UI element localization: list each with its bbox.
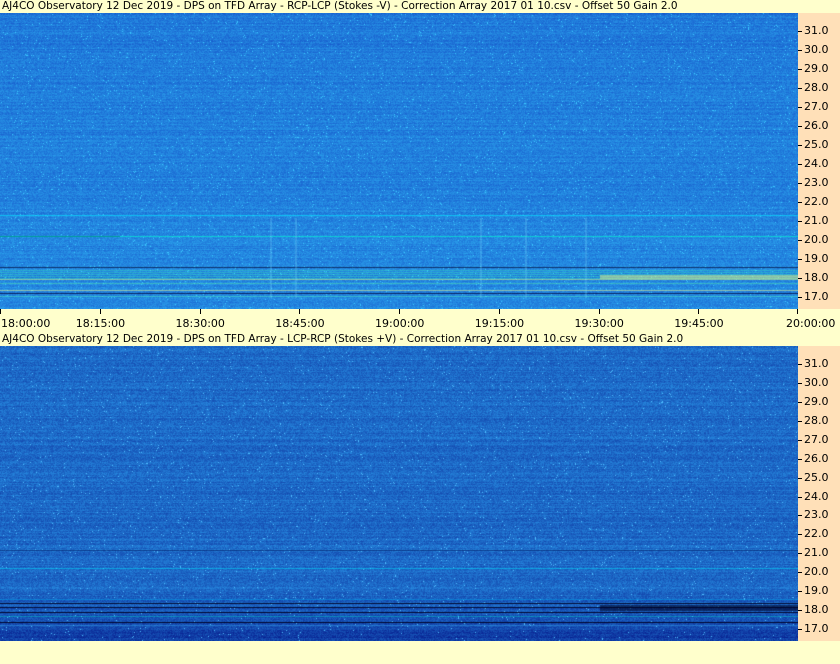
time-tick-label: 18:45:00: [275, 317, 325, 330]
time-tick-label: 19:30:00: [574, 317, 624, 330]
time-axis: 18:00:00 18:15:00 18:30:00 18:45:00 19:00:00…: [0, 309, 840, 333]
freq-top-tick-23-0: 23.0: [798, 176, 829, 189]
freq-bottom-tick-28-0: 28.0: [798, 413, 829, 427]
time-tick-mark: [99, 309, 101, 314]
frequency-axis-top: 31.0 30.0 29.0 28.0 27.0 26.0 25.0 24.0 23.0 22.0…: [798, 13, 840, 309]
time-tick-label: 20:00:00: [786, 317, 836, 330]
spectrogram-stokes-minus-v: [0, 13, 798, 309]
freq-top-tick-28-0: 28.0: [798, 81, 829, 94]
freq-top-tick-21-0: 21.0: [798, 214, 829, 227]
freq-top-tick-31-0: 31.0: [798, 24, 829, 37]
freq-top-tick-25-0: 25.0: [798, 138, 829, 151]
time-tick-mark: [399, 309, 400, 314]
time-tick-label: 18:15:00: [75, 317, 126, 330]
freq-top-tick-24-0: 24.0: [798, 157, 829, 170]
freq-bottom-tick-29-0: 29.0: [798, 394, 829, 408]
freq-bottom-tick-27-0: 27.0: [798, 432, 829, 446]
freq-top-tick-18-0: 18.0: [798, 271, 829, 284]
freq-top-tick-30-0: 30.0: [798, 43, 829, 56]
freq-bottom-tick-19-0: 19.0: [798, 584, 829, 598]
freq-top-tick-27-0: 27.0: [798, 100, 829, 113]
freq-bottom-tick-17-0: 17.0: [798, 622, 829, 635]
freq-bottom-tick-22-0: 22.0: [798, 527, 829, 541]
freq-top-tick-20-0: 20.0: [798, 233, 829, 246]
time-tick-mark: [199, 309, 201, 314]
freq-bottom-tick-25-0: 25.0: [798, 470, 829, 484]
time-tick-label: 19:15:00: [474, 317, 525, 330]
time-tick-label: 18:00:00: [1, 317, 51, 330]
freq-bottom-tick-18-0: 18.0: [798, 603, 829, 617]
time-tick-mark: [598, 309, 600, 314]
frequency-axis-bottom: 31.0 30.0 29.0 28.0 27.0 26.0 25.0 24.0 23.0 22.0…: [798, 346, 840, 641]
time-tick-mark: [698, 309, 700, 314]
freq-bottom-tick-21-0: 21.0: [798, 546, 829, 560]
time-tick-mark: [797, 309, 798, 314]
panel-1-title: AJ4CO Observatory 12 Dec 2019 - DPS on T…: [2, 0, 678, 12]
freq-bottom-tick-31-0: 31.0: [798, 357, 829, 370]
freq-top-tick-29-0: 29.0: [798, 62, 829, 75]
spectrogram-stokes-plus-v: [0, 346, 798, 641]
freq-bottom-tick-24-0: 24.0: [798, 489, 829, 503]
freq-bottom-tick-20-0: 20.0: [798, 565, 829, 579]
freq-top-tick-19-0: 19.0: [798, 252, 829, 265]
time-tick-mark: [498, 309, 500, 314]
panel-2-title: AJ4CO Observatory 12 Dec 2019 - DPS on T…: [2, 333, 684, 345]
time-tick-label: 18:30:00: [175, 317, 225, 330]
freq-bottom-tick-23-0: 23.0: [798, 508, 829, 522]
freq-top-tick-26-0: 26.0: [798, 119, 829, 132]
freq-top-tick-17-0: 17.0: [798, 290, 829, 303]
time-tick-mark: [299, 309, 301, 314]
time-tick-label: 19:00:00: [375, 317, 425, 330]
time-tick-mark: [0, 309, 1, 314]
freq-bottom-tick-30-0: 30.0: [798, 375, 829, 389]
freq-top-tick-22-0: 22.0: [798, 195, 829, 208]
bottom-margin: [0, 641, 840, 664]
time-tick-label: 19:45:00: [674, 317, 724, 330]
freq-bottom-tick-26-0: 26.0: [798, 451, 829, 465]
